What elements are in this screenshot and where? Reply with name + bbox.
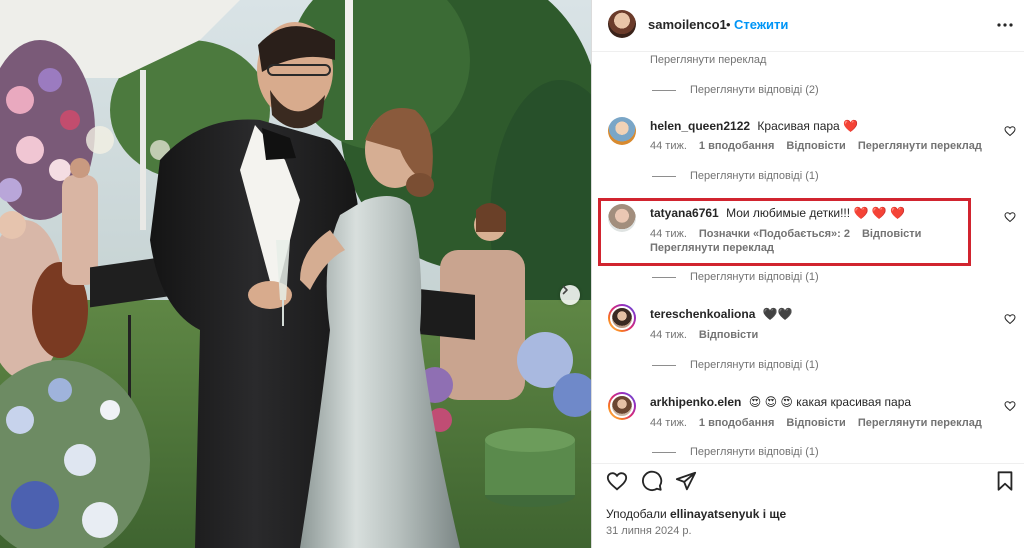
more-icon[interactable] [995,15,1015,35]
comment-meta: 44 тиж. Відповісти [650,329,758,341]
view-replies-label: Переглянути відповіді (2) [690,84,819,96]
comments-list[interactable]: Переглянути переклад Переглянути відпові… [592,53,1024,463]
comment-time[interactable]: 44 тиж. [650,140,687,152]
replies-divider [652,276,676,278]
next-photo-button[interactable] [560,285,580,305]
post-side-panel: samoilenco1 • Стежити Переглянути перекл… [591,0,1024,548]
author-avatar[interactable] [608,10,636,38]
comment-username[interactable]: helen_queen2122 [650,119,750,133]
view-replies-label: Переглянути відповіді (1) [690,446,819,458]
author-username[interactable]: samoilenco1 [648,17,727,32]
see-translation-link[interactable]: Переглянути переклад [858,140,982,152]
comment-username[interactable]: arkhipenko.elen [650,395,741,409]
comment-meta: 44 тиж. 1 вподобання Відповісти Переглян… [650,417,982,429]
comment-time[interactable]: 44 тиж. [650,417,687,429]
comment-avatar[interactable] [608,304,636,332]
replies-divider [652,89,676,91]
reply-button[interactable]: Відповісти [699,329,758,341]
liked-by: Уподобали ellinayatsenyuk і ще [606,507,786,521]
post-actions: Уподобали ellinayatsenyuk і ще 31 липня … [592,463,1024,548]
comment-username[interactable]: tereschenkoaliona [650,307,755,321]
post-photo[interactable] [0,0,591,548]
comment-text-line: arkhipenko.elen 😍 😍 😍 какая красивая пар… [650,395,911,409]
share-icon[interactable] [675,470,697,492]
comment-text-line: tereschenkoaliona 🖤🖤 [650,307,793,321]
reply-button[interactable]: Відповісти [786,140,845,152]
replies-divider [652,451,676,453]
view-replies-label: Переглянути відповіді (1) [690,271,819,283]
liked-more[interactable]: і ще [763,507,786,521]
comment-likes[interactable]: 1 вподобання [699,140,774,152]
comment-text-line: helen_queen2122 Красивая пара ❤️ [650,119,858,133]
comment-emoji: 😍 😍 😍 [748,395,793,409]
avatar-photo [610,394,634,418]
comment-emoji: 🖤🖤 [762,307,793,321]
comment-icon[interactable] [641,470,663,492]
comment-text: какая красивая пара [796,395,912,409]
liked-user[interactable]: ellinayatsenyuk [670,507,759,521]
comment-emoji: ❤️ [843,119,859,133]
see-translation-link[interactable]: Переглянути переклад [858,417,982,429]
heart-icon[interactable] [1004,125,1016,137]
highlight-box [598,198,971,266]
heart-icon[interactable] [1004,400,1016,412]
comment-likes[interactable]: 1 вподобання [699,417,774,429]
replies-divider [652,364,676,366]
see-translation-link[interactable]: Переглянути переклад [650,54,766,66]
follow-button[interactable]: Стежити [734,17,788,32]
view-replies-label: Переглянути відповіді (1) [690,359,819,371]
avatar-photo [610,306,634,330]
comment-avatar[interactable] [608,117,636,145]
post-date[interactable]: 31 липня 2024 р. [606,525,692,537]
view-replies-link[interactable]: Переглянути відповіді (1) [652,359,819,371]
view-replies-link[interactable]: Переглянути відповіді (1) [652,446,819,458]
post-header: samoilenco1 • Стежити [592,0,1024,52]
header-separator: • [726,17,731,32]
reply-button[interactable]: Відповісти [786,417,845,429]
instagram-post: samoilenco1 • Стежити Переглянути перекл… [0,0,1024,548]
view-replies-label: Переглянути відповіді (1) [690,170,819,182]
view-replies-link[interactable]: Переглянути відповіді (1) [652,170,819,182]
heart-icon[interactable] [1004,211,1016,223]
heart-icon[interactable] [606,470,628,492]
heart-icon[interactable] [1004,313,1016,325]
replies-divider [652,175,676,177]
bookmark-icon[interactable] [994,470,1016,492]
wedding-photo-image [0,0,591,548]
comment-time[interactable]: 44 тиж. [650,329,687,341]
comment-avatar[interactable] [608,392,636,420]
chevron-right-icon [562,285,568,295]
view-replies-link[interactable]: Переглянути відповіді (2) [652,84,819,96]
liked-prefix: Уподобали [606,507,667,521]
comment-text: Красивая пара [757,119,840,133]
comment-meta: 44 тиж. 1 вподобання Відповісти Переглян… [650,140,982,152]
view-replies-link[interactable]: Переглянути відповіді (1) [652,271,819,283]
